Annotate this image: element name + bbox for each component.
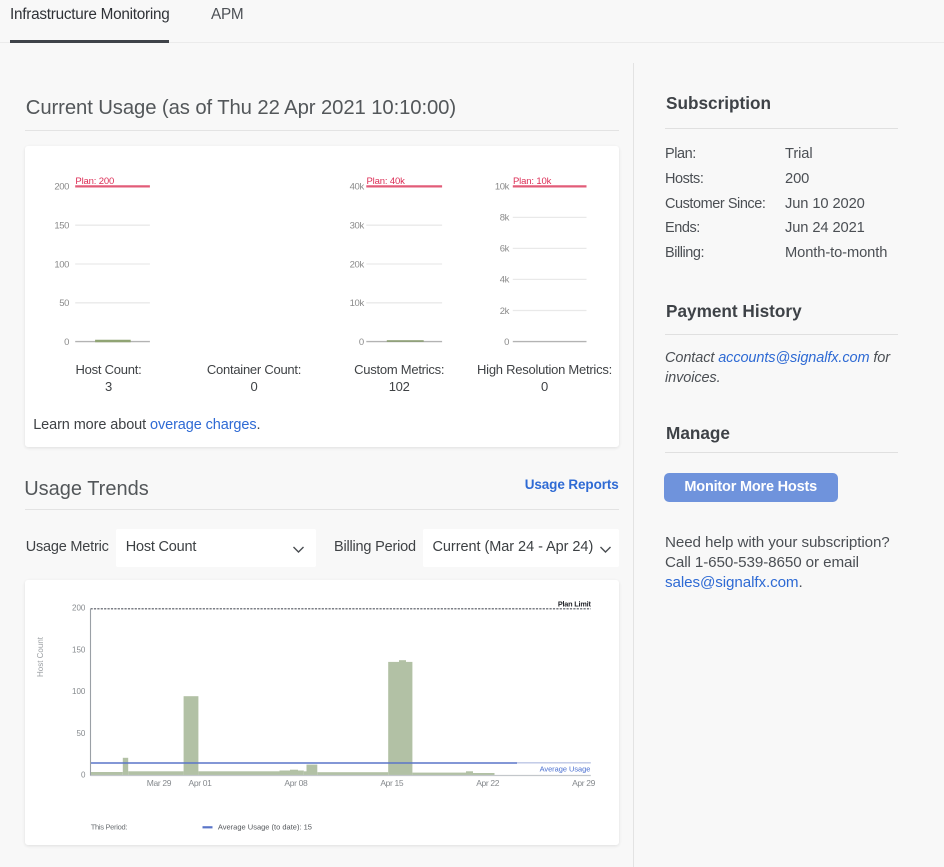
svg-text:150: 150	[54, 221, 69, 232]
svg-text:Plan: 200: Plan: 200	[75, 176, 114, 187]
svg-text:Apr 22: Apr 22	[476, 778, 500, 788]
svg-text:Host Count: Host Count	[36, 636, 45, 677]
svg-text:40k: 40k	[350, 182, 365, 193]
svg-text:6k: 6k	[500, 244, 510, 255]
svg-text:Apr 15: Apr 15	[380, 778, 404, 788]
svg-text:200: 200	[54, 182, 69, 193]
svg-text:Plan: 10k: Plan: 10k	[513, 176, 552, 187]
svg-text:Apr 29: Apr 29	[572, 778, 596, 788]
svg-text:2k: 2k	[500, 306, 510, 317]
svg-text:100: 100	[72, 687, 86, 696]
svg-text:30k: 30k	[350, 221, 365, 232]
svg-text:0: 0	[81, 771, 86, 780]
svg-text:Plan Limit: Plan Limit	[558, 600, 592, 609]
svg-text:0: 0	[64, 337, 69, 348]
svg-text:50: 50	[59, 298, 69, 309]
svg-text:This Period:: This Period:	[91, 822, 128, 831]
svg-text:10k: 10k	[350, 298, 365, 309]
svg-text:Apr 01: Apr 01	[189, 778, 213, 788]
svg-text:0: 0	[504, 337, 509, 348]
svg-text:150: 150	[72, 645, 86, 654]
svg-text:100: 100	[54, 259, 69, 270]
svg-text:50: 50	[76, 729, 85, 738]
svg-text:Average Usage (to date): 15: Average Usage (to date): 15	[218, 822, 312, 831]
svg-text:4k: 4k	[500, 275, 510, 286]
svg-text:Mar 29: Mar 29	[147, 778, 172, 788]
svg-text:Apr 08: Apr 08	[284, 778, 308, 788]
svg-text:20k: 20k	[350, 259, 365, 270]
svg-text:8k: 8k	[500, 213, 510, 224]
svg-text:Plan: 40k: Plan: 40k	[367, 176, 406, 187]
svg-text:10k: 10k	[495, 182, 510, 193]
svg-text:0: 0	[359, 337, 364, 348]
svg-text:200: 200	[72, 604, 86, 613]
svg-text:Average Usage: Average Usage	[540, 764, 591, 773]
